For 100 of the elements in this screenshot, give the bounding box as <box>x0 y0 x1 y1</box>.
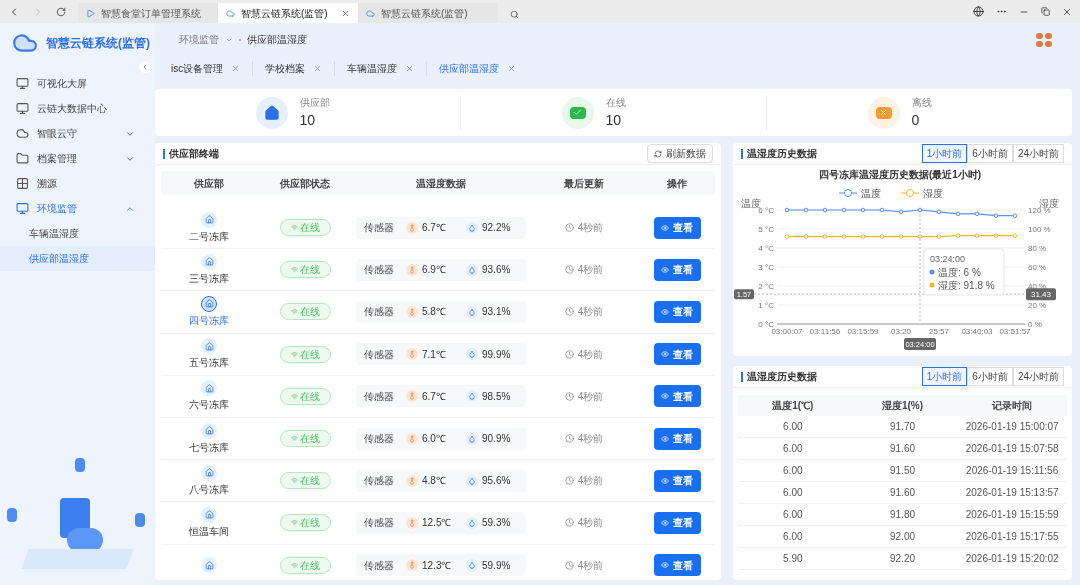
humidity-value: 95.6% <box>482 474 511 489</box>
sidebar-item[interactable]: 溯源 <box>0 171 155 196</box>
data-point <box>803 234 809 239</box>
data-point <box>993 213 999 218</box>
range-tab[interactable]: 1小时前 <box>921 144 968 163</box>
table-cell-text: 2026-01-19 15:13:57 <box>965 486 1059 500</box>
view-button[interactable]: 查看 <box>653 258 701 281</box>
collapse-button[interactable] <box>139 61 151 73</box>
sidebar-item[interactable]: 云链大数据中心 <box>0 96 155 121</box>
eye-icon <box>661 350 669 359</box>
legend-item[interactable]: 湿度 <box>900 188 943 199</box>
sidebar-item[interactable]: 可视化大屏 <box>0 71 155 96</box>
depot-name[interactable]: 恒温车间 <box>189 523 229 539</box>
sidebar-subitem[interactable]: 车辆温湿度 <box>0 221 155 246</box>
status-badge: 在线 <box>279 430 331 448</box>
browser-tab[interactable]: 智慧云链系统(监管) <box>358 3 498 23</box>
refresh-button[interactable]: 刷新数据 <box>647 144 713 163</box>
sidebar-item[interactable]: 档案管理 <box>0 146 155 171</box>
view-button[interactable]: 查看 <box>653 427 701 450</box>
page-tab[interactable]: 供应部温湿度 <box>426 61 529 76</box>
close-icon[interactable] <box>341 8 350 18</box>
search-icon[interactable] <box>510 10 519 19</box>
view-button[interactable]: 查看 <box>653 469 701 492</box>
view-button[interactable]: 查看 <box>653 343 701 366</box>
range-tab[interactable]: 1小时前 <box>921 367 968 386</box>
close-icon[interactable] <box>1062 6 1072 17</box>
page-tab[interactable]: 车辆温湿度 <box>334 61 427 76</box>
tick-label: 03:20 <box>891 327 911 336</box>
data-point <box>803 207 809 213</box>
breadcrumb-link[interactable]: 环境监管 <box>179 32 219 47</box>
chart-tooltip: 03:24:00 温度: 6 % 湿度: 91.8 % <box>923 248 1005 296</box>
column-header: 温度1(℃) <box>772 399 814 413</box>
clock-icon <box>564 518 574 528</box>
eye-icon <box>661 476 669 485</box>
clock-icon <box>564 349 574 359</box>
depot-name[interactable]: 三号冻库 <box>189 270 229 286</box>
range-tab[interactable]: 6小时前 <box>967 367 1013 386</box>
depot-name[interactable]: 五号冻库 <box>189 355 229 371</box>
monitor-icon <box>16 77 29 90</box>
panel-title: 温湿度历史数据 <box>747 370 818 384</box>
monitor-icon <box>16 102 29 115</box>
tick-label: 1 °C <box>758 301 774 310</box>
sensor-label: 传感器 <box>364 474 395 489</box>
range-tab[interactable]: 24小时前 <box>1012 144 1064 163</box>
cloud-icon <box>16 127 29 140</box>
eye-icon <box>661 265 669 274</box>
page-tab[interactable]: 学校档案 <box>252 61 335 76</box>
column-header: 记录时间 <box>992 399 1033 413</box>
data-point <box>822 234 828 239</box>
depot-name[interactable]: 二号冻库 <box>189 228 229 244</box>
browser-tab[interactable]: 智慧云链系统(监管) <box>218 3 358 23</box>
droplet-icon <box>466 390 478 403</box>
depot-name[interactable]: 八号冻库 <box>189 481 229 497</box>
update-time: 4秒前 <box>577 432 604 447</box>
reload-icon[interactable] <box>56 6 66 17</box>
tick-label: 03:51:57 <box>999 327 1031 336</box>
breadcrumb-current: 供应部温湿度 <box>247 33 307 47</box>
page-tab[interactable]: isc设备管理 <box>159 61 253 76</box>
droplet-icon <box>466 432 478 445</box>
range-tab[interactable]: 6小时前 <box>967 144 1013 163</box>
globe-icon[interactable] <box>973 6 984 17</box>
browser-tab[interactable]: 智慧食堂订单管理系统 <box>78 3 218 23</box>
eye-icon <box>661 307 669 316</box>
data-point <box>879 234 885 239</box>
legend-item[interactable]: 温度 <box>838 188 881 199</box>
sidebar-subitem[interactable]: 供应部温湿度 <box>0 246 155 271</box>
stat-label: 在线 <box>605 95 627 110</box>
tick-label: 60 % <box>1028 263 1047 272</box>
range-tab[interactable]: 24小时前 <box>1012 367 1064 386</box>
sensor-label: 传感器 <box>364 432 395 447</box>
view-button[interactable]: 查看 <box>653 216 701 239</box>
sidebar-item[interactable]: 智眼云守 <box>0 121 155 146</box>
restore-icon[interactable] <box>1041 7 1050 16</box>
cross-monitor-icon <box>867 96 900 129</box>
wifi-icon <box>290 392 298 400</box>
humidity-value: 99.9% <box>482 347 511 362</box>
view-button[interactable]: 查看 <box>653 554 701 577</box>
view-button[interactable]: 查看 <box>653 300 701 323</box>
depot-name[interactable]: 七号冻库 <box>189 439 229 455</box>
update-time: 4秒前 <box>577 474 604 489</box>
eye-icon <box>661 223 669 232</box>
sidebar-item[interactable]: 环境监管 <box>0 196 155 221</box>
data-point <box>822 207 828 213</box>
grid-icon <box>16 177 29 190</box>
table-cell-text: 2026-01-19 15:00:07 <box>965 420 1059 434</box>
table-cell-text: 92.00 <box>890 530 915 544</box>
view-button[interactable]: 查看 <box>653 511 701 534</box>
sensor-label: 传感器 <box>364 558 395 573</box>
droplet-icon <box>466 305 478 318</box>
table-cell-text: 6.00 <box>783 442 803 456</box>
temperature-value: 12.3℃ <box>422 558 453 573</box>
depot-name[interactable]: 四号冻库 <box>189 312 229 328</box>
legend-label: 温度 <box>861 188 881 199</box>
humidity-value: 98.5% <box>482 389 511 404</box>
droplet-icon <box>466 221 478 234</box>
data-point <box>936 234 942 239</box>
data-point <box>955 211 961 217</box>
view-button[interactable]: 查看 <box>653 385 701 408</box>
depot-name[interactable]: 六号冻库 <box>189 397 229 413</box>
data-point <box>841 234 847 239</box>
